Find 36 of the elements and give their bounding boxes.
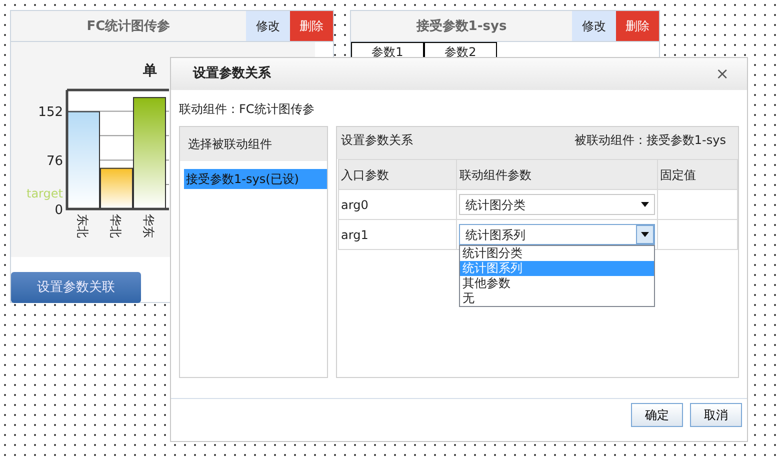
delete-button[interactable]: 删除 — [616, 11, 659, 41]
table-cell: arg0 — [338, 190, 457, 220]
delete-button[interactable]: 删除 — [290, 11, 333, 41]
panel-title: 设置参数关系 — [341, 132, 413, 149]
dialog-title: 设置参数关系 — [193, 64, 272, 84]
tick-label: 152 — [38, 105, 63, 120]
widget-title: FC统计图传参 — [86, 18, 172, 36]
chart-title: 单 — [143, 63, 157, 79]
axis-label: 东北 — [76, 214, 90, 238]
table-cell: arg1 — [338, 220, 457, 250]
column-header: 入口参数 — [338, 160, 457, 190]
close-button[interactable]: × — [716, 66, 729, 82]
tick-label: 76 — [46, 154, 63, 170]
panel-title: 选择被联动组件 — [188, 136, 272, 153]
tick-label: 0 — [54, 203, 63, 218]
column-header: 联动组件参数 — [456, 160, 658, 190]
target-label: target — [26, 186, 63, 201]
dropdown-field[interactable]: 统计图分类 — [459, 194, 655, 215]
dropdown-option[interactable]: 无 — [460, 291, 654, 306]
cancel-button[interactable]: 取消 — [690, 403, 742, 427]
dropdown-option[interactable]: 其他参数 — [460, 276, 654, 291]
set-link-button[interactable]: 设置参数关联 — [11, 272, 141, 303]
target-component-label: 被联动组件：接受参数1-sys — [574, 132, 726, 149]
axis-label: 华北 — [108, 214, 122, 238]
list-item[interactable]: 接受参数1-sys(已设) — [184, 169, 327, 189]
edit-button[interactable]: 修改 — [246, 11, 290, 41]
edit-button[interactable]: 修改 — [572, 11, 616, 41]
axis-label: 华东 — [142, 214, 156, 238]
column-header: 固定值 — [657, 160, 738, 190]
linked-component-label: 联动组件：FC统计图传参 — [179, 101, 316, 118]
widget-title: 接受参数1-sys — [415, 18, 508, 36]
dropdown-option[interactable]: 统计图分类 — [460, 246, 654, 261]
caret-icon — [640, 232, 649, 237]
caret-icon — [640, 202, 649, 207]
confirm-button[interactable]: 确定 — [631, 403, 683, 427]
dropdown-field[interactable]: 统计图系列 — [459, 224, 655, 245]
